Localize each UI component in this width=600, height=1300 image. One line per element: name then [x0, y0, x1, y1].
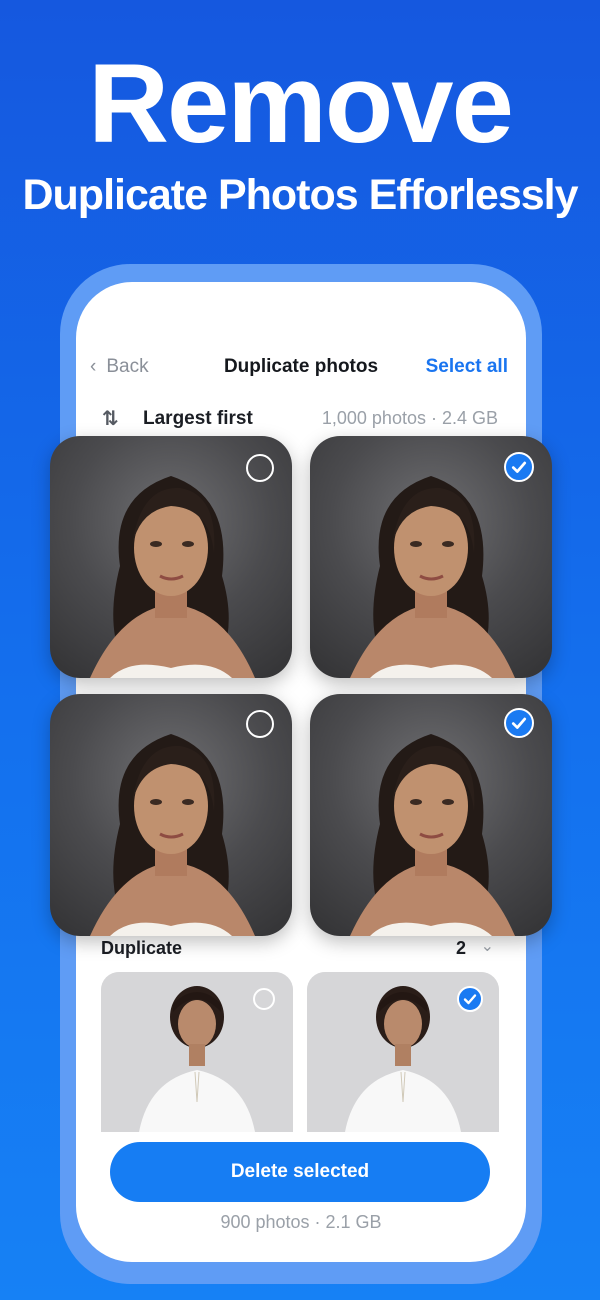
select-checkbox-checked[interactable]	[457, 986, 483, 1012]
chevron-down-icon: ⌄	[480, 938, 494, 955]
sort-meta: 1,000 photos · 2.4 GB	[321, 408, 498, 428]
select-all-button[interactable]: Select all	[426, 356, 508, 378]
sort-arrows-icon: ⇅	[102, 408, 119, 430]
duplicate-group-header[interactable]: Duplicate 2 ⌄	[76, 934, 526, 962]
check-icon	[511, 461, 527, 473]
promo-headline: Remove	[88, 41, 514, 166]
nav-bar: ‹ Back Duplicate photos Select all	[76, 352, 526, 382]
check-icon	[511, 717, 527, 729]
photo-tile-2[interactable]	[310, 436, 552, 678]
photo-tile-3[interactable]	[50, 694, 292, 936]
duplicate-photo-1[interactable]	[101, 972, 293, 1132]
promo-subheadline: Duplicate Photos Efforlessly	[22, 171, 578, 219]
select-checkbox-checked[interactable]	[504, 708, 534, 738]
footer-meta: 900 photos · 2.1 GB	[220, 1212, 382, 1232]
photo-tile-1[interactable]	[50, 436, 292, 678]
select-checkbox-checked[interactable]	[504, 452, 534, 482]
sort-row[interactable]: ⇅ Largest first 1,000 photos · 2.4 GB	[76, 404, 526, 432]
check-icon	[463, 994, 477, 1005]
duplicate-photo-2[interactable]	[307, 972, 499, 1132]
select-checkbox[interactable]	[246, 710, 274, 738]
sort-label: Largest first	[143, 408, 253, 429]
photo-tile-4[interactable]	[310, 694, 552, 936]
duplicate-group-count: 2	[455, 938, 466, 958]
delete-selected-button[interactable]: Delete selected	[110, 1142, 490, 1202]
select-checkbox[interactable]	[246, 454, 274, 482]
select-checkbox[interactable]	[253, 988, 275, 1010]
duplicate-group-label: Duplicate	[101, 938, 183, 958]
